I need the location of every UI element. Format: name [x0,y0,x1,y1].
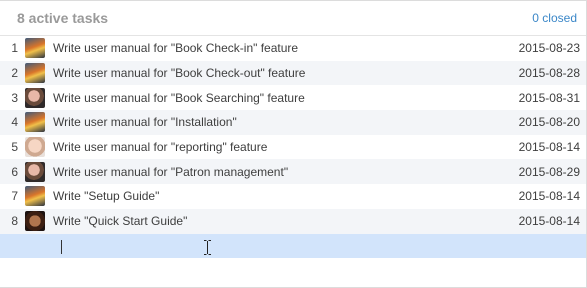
task-due-date: 2015-08-14 [518,214,580,229]
task-text[interactable]: Write user manual for "reporting" featur… [53,140,502,154]
active-tasks-title: 8 active tasks [17,10,109,26]
rocket-avatar-icon [25,186,45,207]
baby-avatar-icon [25,137,45,158]
child-avatar-icon [25,87,45,108]
task-due-date: 2015-08-28 [518,66,580,81]
task-number: 5 [11,140,18,155]
rocket-avatar-icon [25,38,45,59]
task-number: 3 [11,90,18,105]
man-avatar-icon [25,211,45,232]
task-text[interactable]: Write user manual for "Book Searching" f… [53,91,502,105]
task-number: 7 [11,189,18,204]
rocket-avatar-icon [25,112,45,133]
task-row[interactable]: 7 Write "Setup Guide" 2015-08-14 [0,184,586,209]
task-due-date: 2015-08-14 [518,140,580,155]
task-text[interactable]: Write user manual for "Installation" [53,115,502,129]
ibeam-cursor-icon [204,240,211,255]
task-due-date: 2015-08-14 [518,189,580,204]
task-row[interactable]: 3 Write user manual for "Book Searching"… [0,85,586,110]
task-number: 8 [11,214,18,229]
task-row[interactable]: 8 Write "Quick Start Guide" 2015-08-14 [0,208,586,234]
closed-tasks-link[interactable]: 0 closed [532,11,577,25]
task-due-date: 2015-08-23 [518,41,580,56]
task-row[interactable]: 6 Write user manual for "Patron manageme… [0,159,586,185]
task-text[interactable]: Write user manual for "Patron management… [53,165,502,179]
tasks-header: 8 active tasks 0 closed [0,1,586,36]
child-avatar-icon [25,161,45,182]
task-number: 4 [11,115,18,130]
task-row[interactable]: 5 Write user manual for "reporting" feat… [0,135,586,160]
task-text[interactable]: Write user manual for "Book Check-in" fe… [53,41,502,55]
task-text[interactable]: Write user manual for "Book Check-out" f… [53,66,502,80]
task-due-date: 2015-08-31 [518,90,580,105]
task-due-date: 2015-08-29 [518,164,580,179]
task-text[interactable]: Write "Quick Start Guide" [53,214,502,228]
task-number: 1 [11,41,18,56]
task-row[interactable]: 1 Write user manual for "Book Check-in" … [0,36,586,61]
text-caret [61,240,62,254]
rocket-avatar-icon [25,63,45,84]
task-due-date: 2015-08-20 [518,115,580,130]
task-number: 6 [11,164,18,179]
task-text[interactable]: Write "Setup Guide" [53,189,502,203]
new-task-input[interactable] [0,233,586,258]
task-list: 1 Write user manual for "Book Check-in" … [0,36,586,258]
task-number: 2 [11,66,18,81]
task-row[interactable]: 2 Write user manual for "Book Check-out"… [0,60,586,86]
tasks-panel: 8 active tasks 0 closed 1 Write user man… [0,0,587,288]
task-row[interactable]: 4 Write user manual for "Installation" 2… [0,110,586,135]
